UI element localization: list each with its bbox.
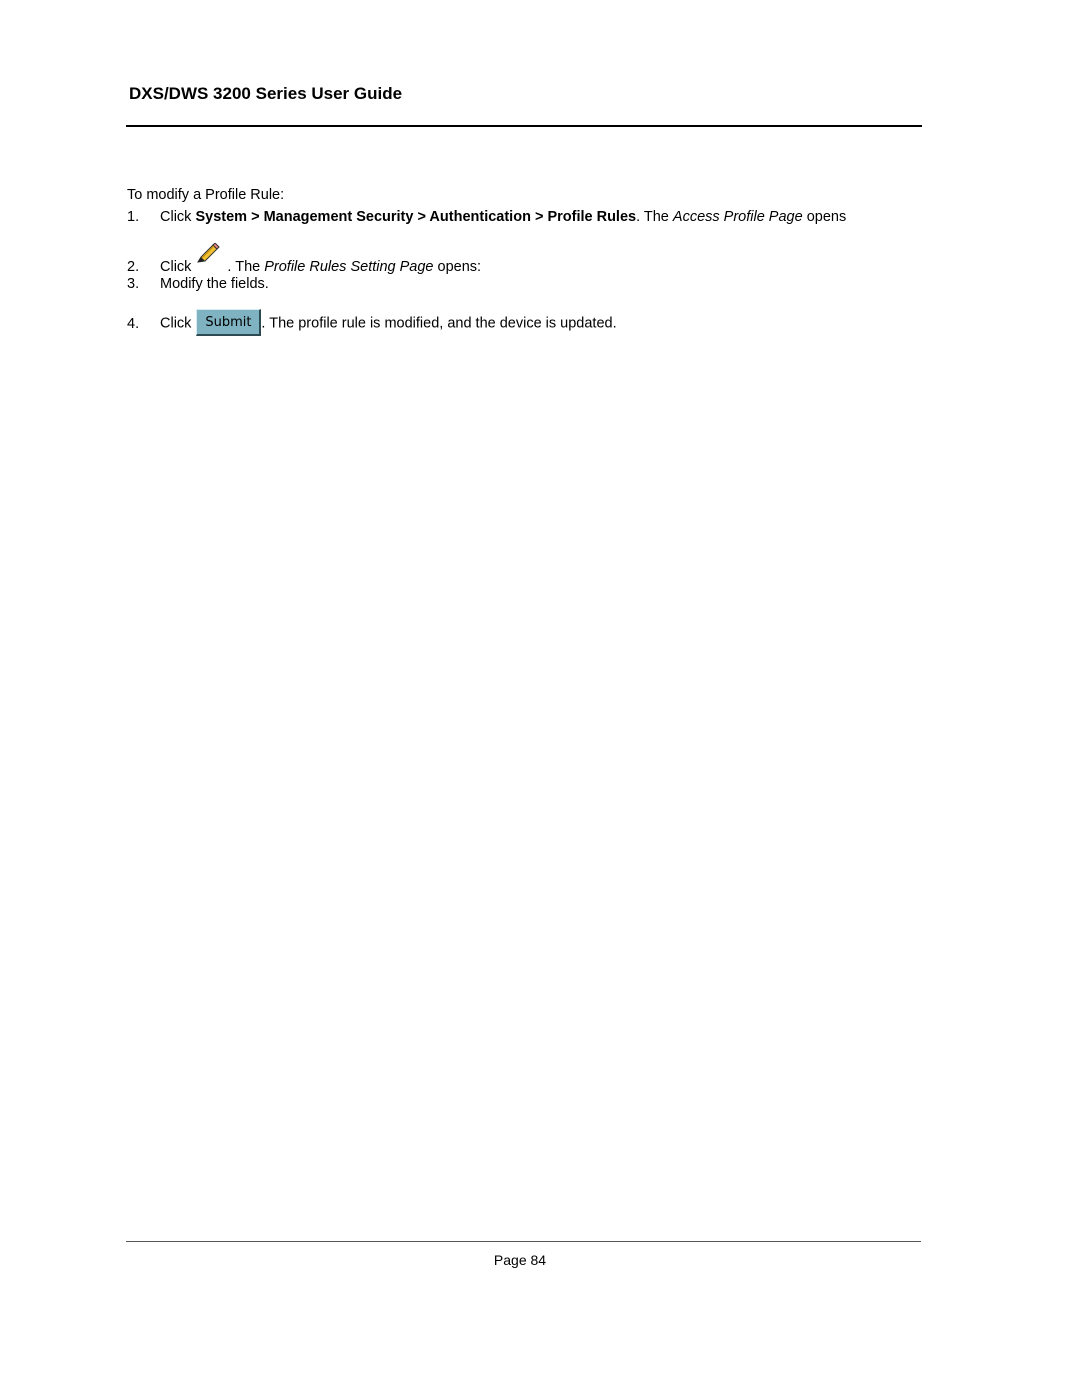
step-1: 1. Click System > Management Security > A… bbox=[127, 209, 846, 225]
footer-divider bbox=[126, 1241, 921, 1242]
step-text: . The bbox=[227, 259, 265, 275]
submit-button[interactable]: Submit bbox=[196, 309, 262, 336]
step-3: 3. Modify the fields. bbox=[127, 276, 269, 292]
step-2: 2. Click. The Profile Rules Setting Page … bbox=[127, 242, 482, 275]
header-divider bbox=[126, 125, 922, 127]
step-text: Modify the fields. bbox=[160, 276, 269, 292]
step-text: . The profile rule is modified, and the … bbox=[261, 315, 617, 332]
page-number: Page 84 bbox=[493, 1252, 547, 1268]
step-text: opens bbox=[802, 209, 847, 225]
step-4: 4. Click Submit. The profile rule is modif… bbox=[127, 309, 617, 336]
step-text: opens: bbox=[433, 259, 482, 275]
step-text: Click bbox=[160, 259, 192, 275]
step-text: . The bbox=[636, 209, 673, 225]
step-number: 1. bbox=[127, 209, 140, 225]
menu-path: System > Management Security > Authentic… bbox=[195, 209, 637, 225]
page-name: Access Profile Page bbox=[672, 209, 803, 225]
step-text: Click bbox=[160, 315, 192, 332]
step-number: 4. bbox=[127, 315, 140, 332]
step-number: 3. bbox=[127, 276, 140, 292]
intro-text: To modify a Profile Rule: bbox=[127, 187, 285, 203]
step-text: Click bbox=[160, 209, 196, 225]
document-header-title: DXS/DWS 3200 Series User Guide bbox=[129, 84, 403, 103]
pencil-edit-icon[interactable] bbox=[195, 242, 221, 265]
page-name: Profile Rules Setting Page bbox=[264, 259, 434, 275]
step-number: 2. bbox=[127, 259, 140, 275]
